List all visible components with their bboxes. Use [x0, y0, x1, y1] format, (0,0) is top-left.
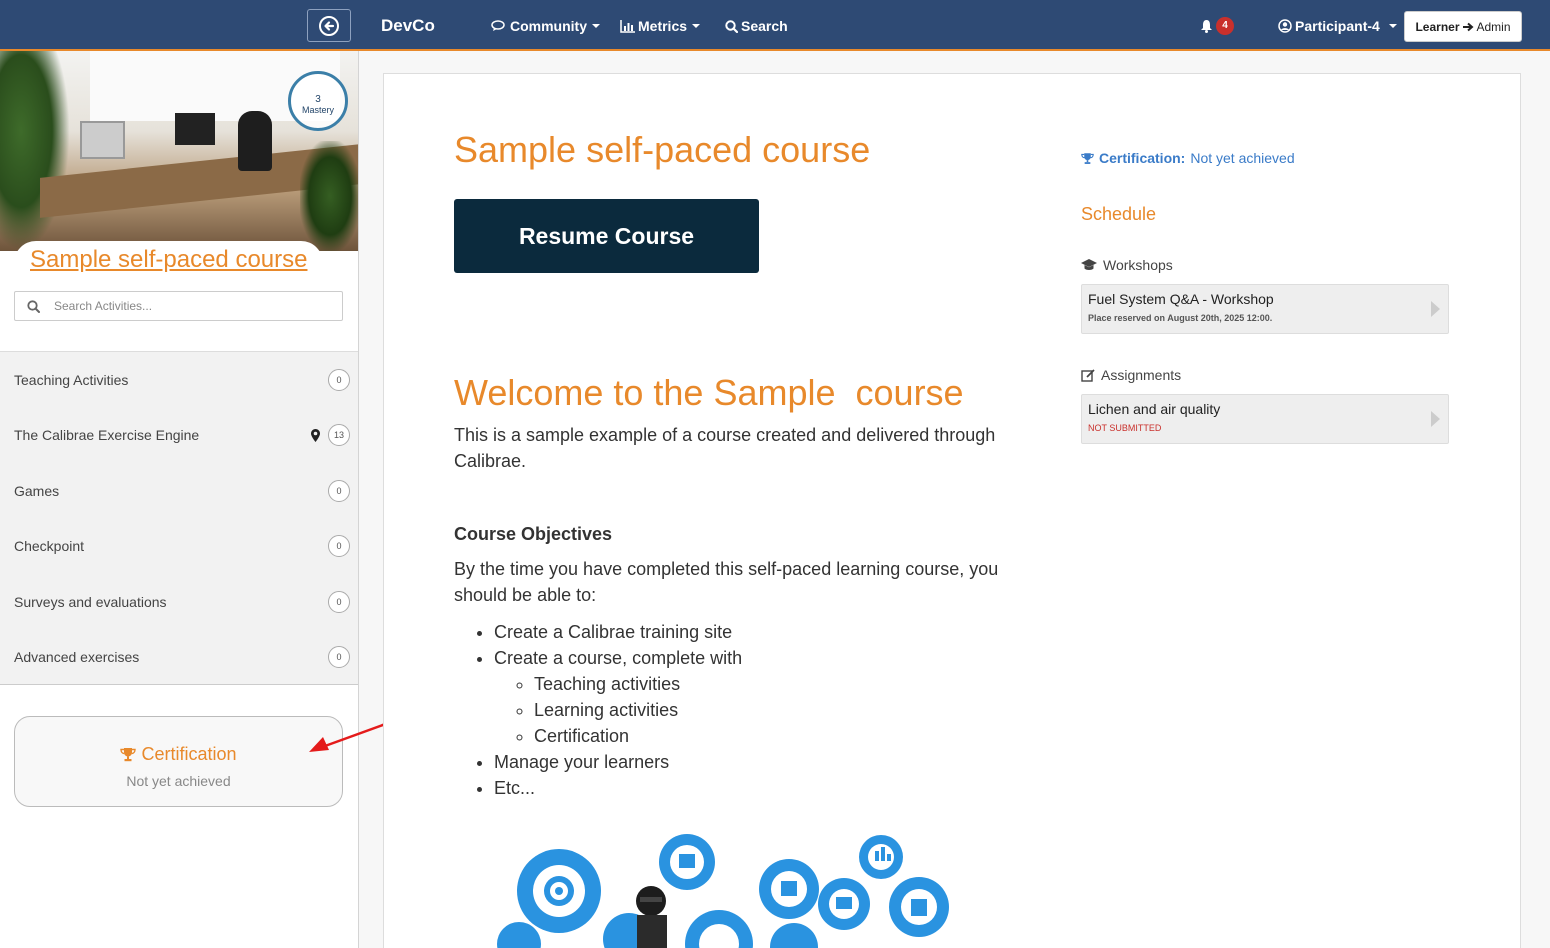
- user-menu[interactable]: Participant-4: [1278, 18, 1397, 34]
- caret-down-icon: [1388, 24, 1397, 28]
- list-item: Learning activities: [534, 697, 742, 723]
- activity-count-badge: 0: [328, 479, 350, 502]
- bar-chart-icon: [620, 19, 635, 33]
- nav-search-label: Search: [741, 18, 788, 34]
- certification-title: Certification: [141, 744, 237, 764]
- activities-search: [14, 291, 343, 321]
- activity-label: The Calibrae Exercise Engine: [14, 427, 200, 444]
- course-intro-text: This is a sample example of a course cre…: [454, 425, 996, 471]
- assignment-card[interactable]: Lichen and air quality NOT SUBMITTED: [1081, 394, 1449, 444]
- activity-label: Checkpoint: [14, 538, 85, 555]
- schedule-heading: Schedule: [1081, 204, 1157, 224]
- activity-label: Advanced exercises: [14, 649, 140, 666]
- workshop-reservation-note: Place reserved on August 20th, 2025 12:0…: [1088, 313, 1273, 323]
- list-item-text: Create a course, complete with: [494, 648, 743, 668]
- nav-metrics-label: Metrics: [638, 18, 688, 34]
- mastery-level: 3: [315, 94, 321, 105]
- activity-label: Games: [14, 482, 60, 499]
- role-to-label: Admin: [1476, 19, 1511, 34]
- brand-name[interactable]: DevCo: [381, 16, 435, 36]
- activity-checkpoint[interactable]: Checkpoint 0: [0, 519, 358, 575]
- comments-icon: [491, 20, 505, 31]
- assignment-title: Lichen and air quality: [1088, 401, 1221, 417]
- mastery-gauge: 3 Mastery: [288, 71, 348, 131]
- resume-course-button[interactable]: Resume Course: [454, 199, 759, 273]
- search-icon: [725, 19, 738, 33]
- user-name: Participant-4: [1295, 18, 1380, 34]
- course-banner-image: 3 Mastery: [0, 51, 358, 251]
- activity-surveys-evaluations[interactable]: Surveys and evaluations 0: [0, 574, 358, 630]
- objectives-text: By the time you have completed this self…: [454, 559, 999, 605]
- assignment-status: NOT SUBMITTED: [1088, 423, 1162, 433]
- role-switch-button[interactable]: Learner Admin: [1404, 11, 1522, 42]
- objectives-heading: Course Objectives: [454, 524, 613, 544]
- welcome-heading: Welcome to the Sample course: [454, 372, 964, 413]
- activity-teaching-activities[interactable]: Teaching Activities 0: [0, 352, 358, 408]
- caret-down-icon: [592, 24, 600, 28]
- list-item: Create a course, complete with Teaching …: [494, 645, 742, 749]
- certification-value: Not yet achieved: [1190, 150, 1295, 166]
- nav-search[interactable]: Search: [725, 18, 788, 34]
- nav-community[interactable]: Community: [491, 18, 600, 34]
- workshops-heading-label: Workshops: [1103, 257, 1173, 273]
- activity-calibrae-exercise-engine[interactable]: The Calibrae Exercise Engine 13: [0, 408, 358, 464]
- list-item: Certification: [534, 723, 742, 749]
- workshop-title: Fuel System Q&A - Workshop: [1088, 291, 1274, 307]
- edit-icon: [1081, 368, 1095, 382]
- activity-count-badge: 13: [328, 424, 350, 447]
- activity-games[interactable]: Games 0: [0, 463, 358, 519]
- role-from-label: Learner: [1415, 19, 1460, 34]
- workshop-card[interactable]: Fuel System Q&A - Workshop Place reserve…: [1081, 284, 1449, 334]
- graduation-cap-icon: [1081, 259, 1097, 270]
- activities-search-input[interactable]: [54, 299, 304, 313]
- assignments-heading-label: Assignments: [1101, 367, 1182, 383]
- trophy-icon: [1081, 152, 1094, 164]
- caret-down-icon: [692, 24, 701, 28]
- assignments-heading: Assignments: [1081, 367, 1181, 383]
- trophy-icon: [120, 748, 137, 762]
- activity-list: Teaching Activities 0 The Calibrae Exerc…: [0, 351, 358, 685]
- list-item: Manage your learners: [494, 749, 742, 775]
- course-sidebar: 3 Mastery Sample self-paced course Teach…: [0, 51, 359, 948]
- mastery-label: Mastery: [301, 105, 334, 115]
- user-circle-icon: [1278, 19, 1292, 33]
- workshops-heading: Workshops: [1081, 257, 1173, 273]
- arrow-circle-left-icon: [319, 15, 339, 36]
- objectives-list: Create a Calibrae training site Create a…: [494, 619, 742, 801]
- activity-count-badge: 0: [328, 535, 350, 558]
- nav-metrics[interactable]: Metrics: [620, 18, 701, 34]
- notifications-button[interactable]: 4: [1200, 17, 1234, 35]
- bell-icon: [1201, 20, 1212, 33]
- gears-illustration: [497, 834, 949, 948]
- map-marker-icon: [311, 428, 320, 442]
- sidebar-course-title-link[interactable]: Sample self-paced course: [14, 241, 324, 279]
- top-navbar: DevCo Community Metrics Search 4 Partici…: [0, 0, 1550, 51]
- certification-label: Certification:: [1099, 150, 1186, 166]
- activity-count-badge: 0: [328, 646, 350, 669]
- certification-status-line: Certification: Not yet achieved: [1081, 150, 1295, 166]
- page-title: Sample self-paced course: [454, 129, 871, 170]
- arrow-right-icon: [1462, 22, 1474, 31]
- activity-count-badge: 0: [328, 368, 350, 391]
- search-icon: [27, 299, 40, 313]
- chevron-right-icon: [1431, 301, 1440, 317]
- course-main-panel: Sample self-paced course Resume Course W…: [383, 73, 1521, 948]
- activity-count-badge: 0: [328, 590, 350, 613]
- back-button[interactable]: [307, 9, 351, 42]
- list-item: Teaching activities: [534, 671, 742, 697]
- activity-label: Surveys and evaluations: [14, 593, 167, 610]
- certification-status: Not yet achieved: [126, 773, 231, 789]
- activity-label: Teaching Activities: [14, 371, 129, 388]
- activity-advanced-exercises[interactable]: Advanced exercises 0: [0, 630, 358, 686]
- list-item: Create a Calibrae training site: [494, 619, 742, 645]
- list-item: Etc...: [494, 775, 742, 801]
- certification-card[interactable]: Certification Not yet achieved: [14, 716, 343, 807]
- nav-community-label: Community: [510, 18, 587, 34]
- chevron-right-icon: [1431, 411, 1440, 427]
- notification-count-badge: 4: [1216, 17, 1234, 35]
